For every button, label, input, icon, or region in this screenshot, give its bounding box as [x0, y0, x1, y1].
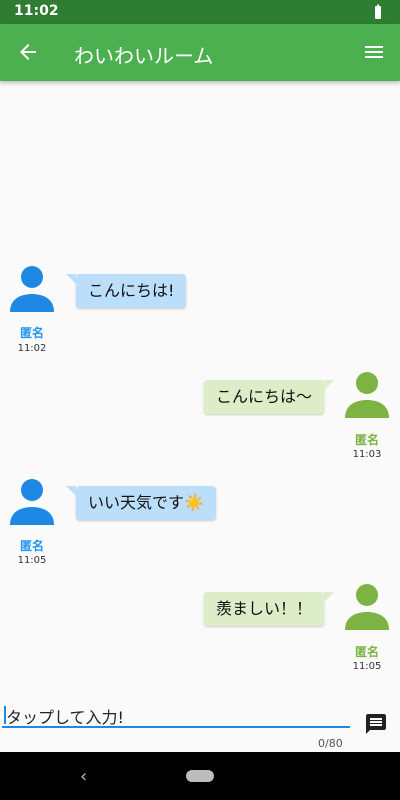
- app-bar: わいわいルーム: [0, 24, 400, 81]
- status-bar: 11:02: [0, 0, 400, 24]
- sender-name: 匿名: [19, 539, 44, 553]
- person-icon[interactable]: [343, 582, 391, 630]
- message-bubble: こんにちは〜: [203, 380, 335, 414]
- message-bubble: 羨ましい！！: [203, 592, 335, 626]
- message-time: 11:05: [352, 661, 382, 672]
- sender-name: 匿名: [354, 645, 379, 659]
- message-time: 11:03: [352, 449, 382, 460]
- message-time: 11:05: [17, 555, 47, 566]
- system-nav-bar: ‹: [0, 752, 400, 800]
- nav-home-pill[interactable]: [186, 770, 214, 782]
- message-bubble: こんにちは!: [65, 274, 187, 308]
- sender-name: 匿名: [354, 433, 379, 447]
- page-title: わいわいルーム: [74, 44, 214, 68]
- message-time: 11:02: [17, 343, 47, 354]
- input-underline: [2, 726, 350, 728]
- battery-icon: [375, 4, 381, 19]
- char-counter: 0/80: [318, 737, 343, 750]
- person-icon[interactable]: [343, 370, 391, 418]
- hamburger-menu-icon[interactable]: [362, 40, 386, 64]
- message-bubble: いい天気です☀️: [66, 486, 216, 520]
- person-icon[interactable]: [8, 264, 56, 312]
- nav-back-icon[interactable]: ‹: [80, 766, 87, 787]
- message-input[interactable]: タップして入力!: [6, 704, 124, 728]
- person-icon[interactable]: [8, 477, 56, 525]
- status-time: 11:02: [14, 3, 59, 19]
- message-icon[interactable]: [364, 712, 388, 736]
- arrow-left-icon[interactable]: [16, 40, 40, 64]
- sender-name: 匿名: [19, 326, 44, 340]
